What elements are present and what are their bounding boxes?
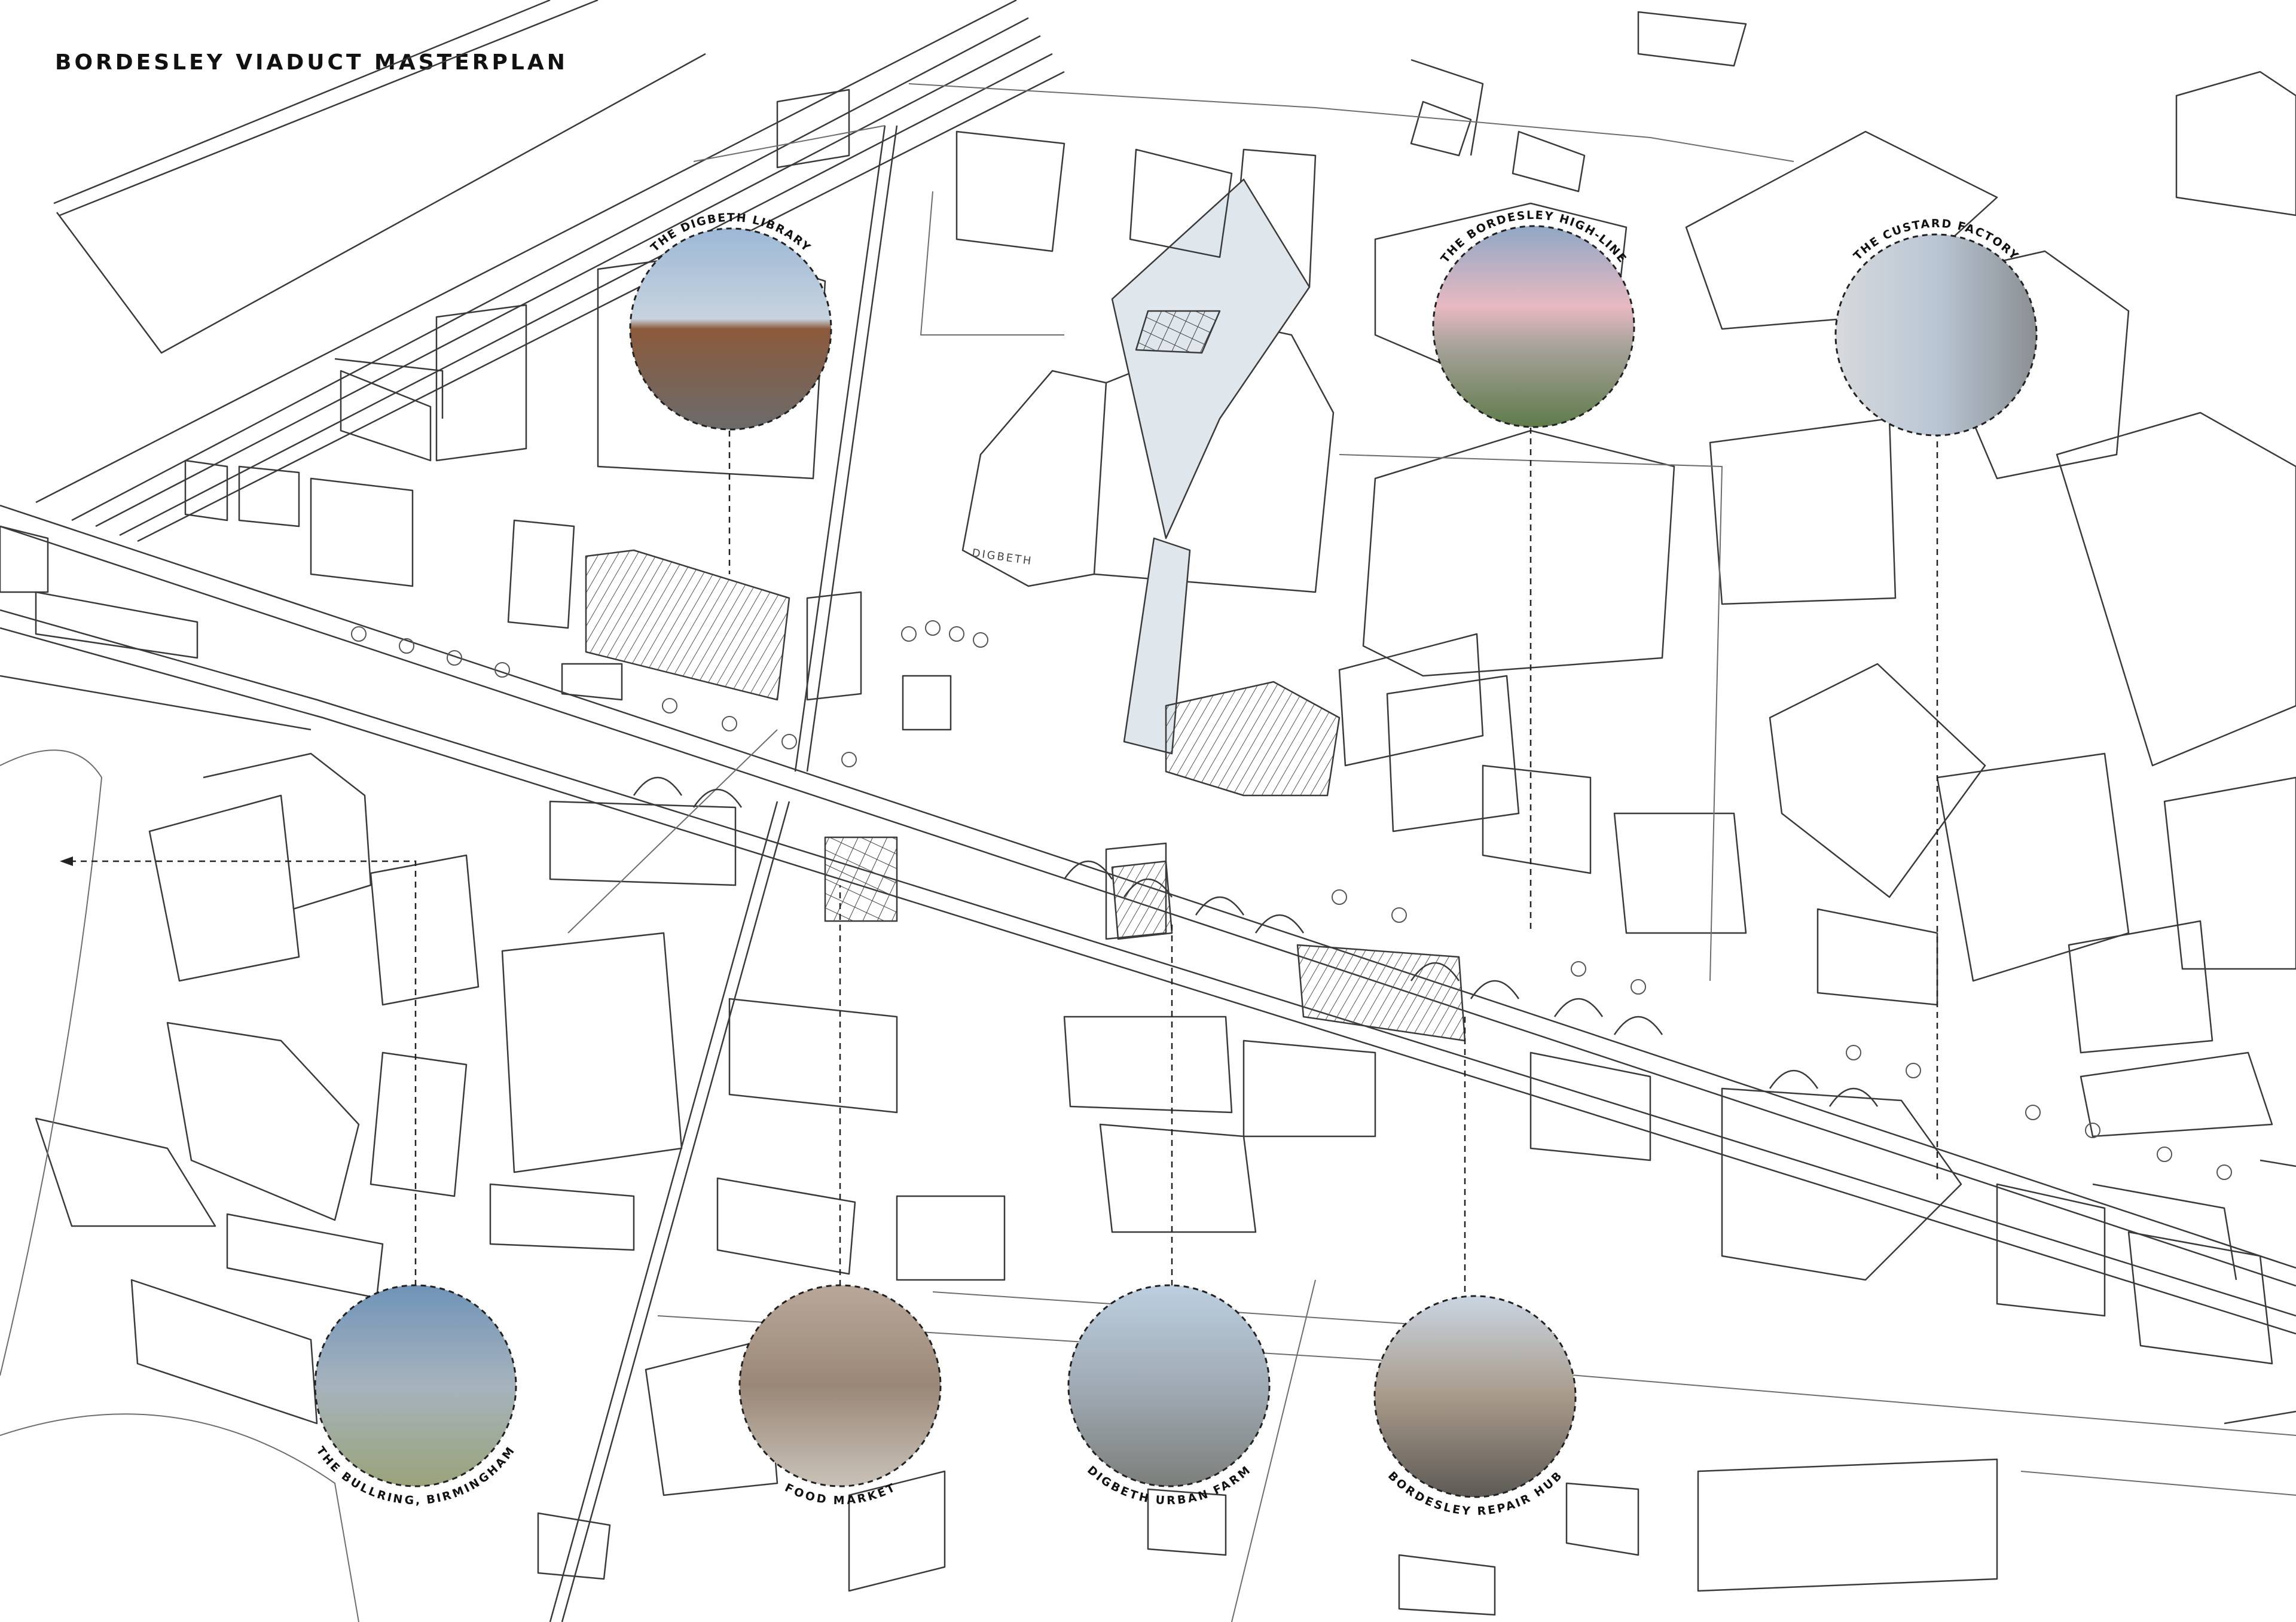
axonometric-basemap: DIGBETH THE DIGBETH LIBRARY THE BORDESLE… bbox=[0, 0, 2296, 1622]
leader-bullring bbox=[66, 860, 417, 1286]
leader-arrowhead bbox=[60, 856, 73, 866]
greenhouse-blocks bbox=[585, 549, 1466, 1042]
vignette-food-market[interactable]: FOOD MARKET bbox=[738, 1284, 942, 1507]
station-sign: DIGBETH bbox=[971, 547, 1033, 568]
vignette-bordesley-high-line[interactable]: THE BORDESLEY HIGH-LINE bbox=[1432, 209, 1635, 428]
coach-station: DIGBETH bbox=[961, 148, 1335, 755]
railway-tracks bbox=[35, 0, 1065, 542]
vignette-bullring[interactable]: THE BULLRING, BIRMINGHAM bbox=[314, 1284, 518, 1507]
vignette-urban-farm[interactable]: DIGBETH URBAN FARM bbox=[1067, 1284, 1271, 1507]
vignette-repair-hub[interactable]: BORDESLEY REPAIR HUB bbox=[1373, 1295, 1577, 1518]
vignette-custard-factory[interactable]: THE CUSTARD FACTORY bbox=[1834, 217, 2038, 437]
masterplan-map: BORDESLEY VIADUCT MASTERPLAN DIGBETH THE… bbox=[0, 0, 2296, 1622]
vignette-digbeth-library[interactable]: THE DIGBETH LIBRARY bbox=[629, 211, 832, 431]
